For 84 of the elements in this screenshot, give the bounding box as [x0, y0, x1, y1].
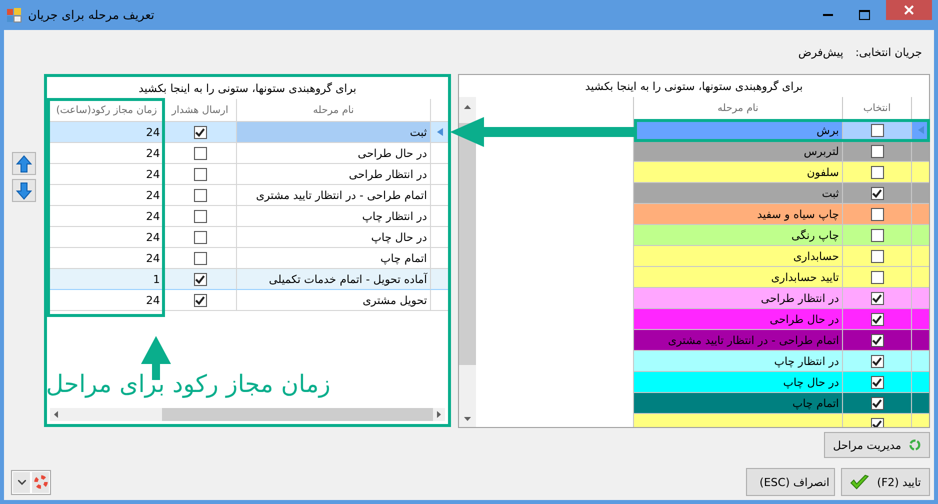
table-cell: لتربرس: [633, 141, 842, 162]
table-cell: در انتظار طراحی: [633, 288, 842, 309]
checkbox[interactable]: [194, 188, 206, 202]
checkbox[interactable]: [194, 168, 206, 180]
checkbox[interactable]: [870, 396, 884, 410]
help-button[interactable]: [31, 470, 50, 494]
lifebuoy-icon: [34, 475, 48, 489]
maximize-icon: [858, 10, 870, 20]
checkbox[interactable]: [194, 146, 206, 160]
table-cell: سلفون: [633, 162, 842, 183]
scroll-right-icon[interactable]: [437, 411, 441, 418]
checkbox[interactable]: [194, 210, 206, 222]
checkbox[interactable]: [194, 294, 206, 306]
checkbox[interactable]: [194, 230, 206, 244]
table-cell: 24: [49, 122, 163, 143]
checkbox[interactable]: [870, 228, 884, 242]
manage-stages-button[interactable]: مدیریت مراحل: [824, 432, 930, 458]
caret-icon: [18, 480, 26, 484]
checkbox[interactable]: [870, 418, 884, 427]
checkbox[interactable]: [870, 354, 884, 368]
table-cell: 24: [49, 206, 163, 227]
table-cell: 24: [49, 143, 163, 164]
table-cell: چاپ رنگی: [633, 225, 842, 246]
cancel-button[interactable]: انصراف (ESC): [746, 468, 835, 496]
checkbox[interactable]: [870, 292, 884, 304]
table-cell: اتمام طراحی - در انتظار تایید مشتری: [236, 185, 430, 206]
checkbox[interactable]: [870, 186, 884, 200]
flow-label: جریان انتخابی:: [855, 46, 922, 58]
table-cell: ثبت: [236, 122, 430, 143]
table-cell: در انتظار چاپ: [633, 351, 842, 372]
table-cell: تایید حسابداری: [633, 267, 842, 288]
vertical-scrollbar[interactable]: [459, 97, 476, 427]
table-cell: در انتظار طراحی: [236, 164, 430, 185]
checkbox[interactable]: [194, 126, 206, 138]
window-title: تعریف مرحله برای جریان: [28, 8, 156, 22]
group-by-hint: برای گروهبندی ستونها، ستونی را به اینجا بکشید: [138, 82, 356, 95]
checkbox[interactable]: [870, 208, 884, 220]
scroll-up-icon[interactable]: [464, 105, 471, 109]
row-pointer-icon: [436, 128, 442, 136]
flow-value: پیش‌فرض: [798, 46, 844, 58]
annotation-text: زمان مجاز رکود برای مراحل: [46, 370, 330, 398]
table-cell: در حال طراحی: [236, 143, 430, 164]
table-cell: 1: [49, 269, 163, 290]
checkbox[interactable]: [870, 334, 884, 346]
checkbox[interactable]: [870, 166, 884, 178]
table-cell: تحویل مشتری: [236, 290, 430, 311]
app-icon: [6, 7, 22, 23]
checkmark-icon: [850, 474, 870, 490]
checkbox[interactable]: [870, 144, 884, 158]
table-cell: چاپ سیاه و سفید: [633, 204, 842, 225]
table-cell: 24: [49, 164, 163, 185]
recycle-icon: [909, 437, 921, 453]
confirm-button[interactable]: تایید (F2): [841, 468, 930, 496]
table-cell: ثبت: [633, 183, 842, 204]
checkbox[interactable]: [870, 376, 884, 388]
table-cell: در حال چاپ: [236, 227, 430, 248]
horizontal-scrollbar[interactable]: [50, 408, 445, 421]
checkbox[interactable]: [870, 270, 884, 284]
close-button[interactable]: [886, 0, 932, 20]
group-by-hint: برای گروهبندی ستونها، ستونی را به اینجا بکشید: [585, 80, 803, 93]
table-cell: اتمام طراحی - در انتظار تایید مشتری: [633, 330, 842, 351]
close-icon: [904, 5, 914, 15]
dropdown-button[interactable]: [12, 470, 31, 494]
table-cell: 24: [49, 185, 163, 206]
minimize-icon: [823, 14, 833, 16]
table-cell: 24: [49, 290, 163, 311]
checkbox[interactable]: [870, 124, 884, 136]
checkbox[interactable]: [870, 312, 884, 326]
table-cell: در حال چاپ: [633, 372, 842, 393]
move-up-button[interactable]: [12, 152, 36, 175]
move-down-button[interactable]: [12, 179, 36, 202]
checkbox[interactable]: [194, 272, 206, 286]
checkbox[interactable]: [870, 250, 884, 262]
scroll-left-icon[interactable]: [54, 411, 58, 418]
checkbox[interactable]: [194, 252, 206, 264]
table-cell: در انتظار چاپ: [236, 206, 430, 227]
table-cell: آماده تحویل - اتمام خدمات تکمیلی: [236, 269, 430, 290]
table-cell: اتمام چاپ: [633, 393, 842, 414]
row-pointer-icon: [918, 126, 924, 134]
table-cell: حسابداری: [633, 246, 842, 267]
table-cell: 24: [49, 227, 163, 248]
table-cell: در حال طراحی: [633, 309, 842, 330]
scroll-down-icon[interactable]: [464, 417, 471, 421]
column-header[interactable]: نام مرحله: [236, 99, 430, 122]
